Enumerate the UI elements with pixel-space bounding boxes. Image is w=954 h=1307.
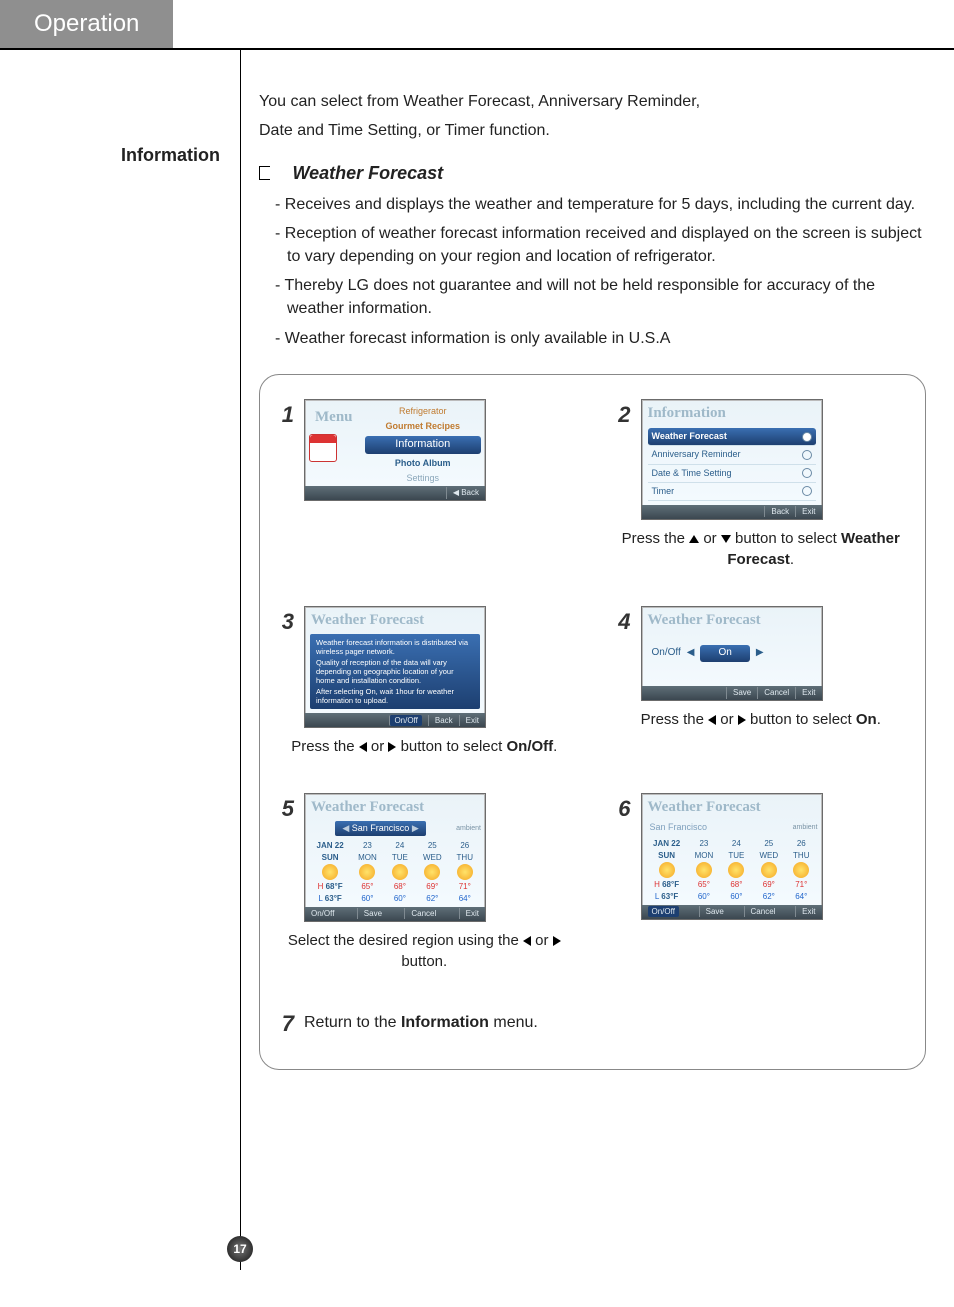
s2-item-2: Anniversary Reminder	[652, 448, 741, 461]
step-4-screen: Weather Forecast On/Off ◀ On ▶ SaveCance…	[641, 606, 823, 701]
step-1-number: 1	[276, 399, 294, 431]
left-column: Information 17	[0, 50, 241, 1270]
radio-on-icon	[802, 432, 812, 442]
calendar-icon	[309, 434, 337, 462]
s1-item-top2: Gourmet Recipes	[365, 419, 482, 434]
section-title: Weather Forecast	[292, 163, 443, 183]
s5-brand: ambient	[456, 824, 485, 834]
bullet-2: - Reception of weather forecast informat…	[259, 222, 926, 268]
bullet-4: - Weather forecast information is only a…	[259, 327, 926, 350]
s2-item-3: Date & Time Setting	[652, 467, 732, 480]
step-3-caption: Press the or button to select On/Off.	[276, 736, 573, 757]
step-3-screen: Weather Forecast Weather forecast inform…	[304, 606, 486, 729]
right-arrow-icon	[553, 936, 561, 946]
s6-brand: ambient	[793, 823, 822, 833]
s2-item-4: Timer	[652, 485, 675, 498]
sun-icon	[424, 864, 440, 880]
sun-icon	[793, 862, 809, 878]
step-2-number: 2	[613, 399, 631, 431]
s6-f-onoff: On/Off	[648, 906, 679, 918]
down-arrow-icon	[721, 535, 731, 543]
s4-footer-exit: Exit	[795, 687, 815, 699]
s3-footer-onoff: On/Off	[389, 715, 421, 727]
s3-footer-back: Back	[428, 715, 453, 727]
page-number-badge: 17	[227, 1236, 253, 1262]
left-arrow-icon	[708, 715, 716, 725]
s1-title: Menu	[309, 404, 359, 429]
s6-city: San Francisco	[642, 819, 793, 836]
intro-line2: Date and Time Setting, or Timer function…	[259, 119, 926, 142]
radio-off-icon	[802, 486, 812, 496]
sun-icon	[728, 862, 744, 878]
s6-f-exit: Exit	[795, 906, 815, 918]
s6-title: Weather Forecast	[648, 797, 761, 819]
step-7-caption: Return to the Information menu.	[304, 1008, 538, 1034]
sun-icon	[761, 862, 777, 878]
s4-title: Weather Forecast	[642, 607, 822, 632]
s1-item-bot2: Settings	[365, 471, 482, 486]
step-2-screen: Information Weather Forecast Anniversary…	[641, 399, 823, 520]
sun-icon	[457, 864, 473, 880]
s2-footer-exit: Exit	[795, 506, 815, 518]
header-tab: Operation	[0, 0, 173, 48]
s5-f-cancel: Cancel	[404, 908, 436, 920]
s4-footer-save: Save	[726, 687, 751, 699]
right-arrow-icon	[738, 715, 746, 725]
s1-item-bot1: Photo Album	[365, 456, 482, 471]
s6-f-save: Save	[699, 906, 724, 918]
step-4-number: 4	[613, 606, 631, 638]
step-7-number: 7	[276, 1008, 294, 1040]
s5-city: ◀ San Francisco ▶	[335, 821, 426, 836]
s3-footer-exit: Exit	[459, 715, 479, 727]
section-bullet-icon	[259, 166, 270, 180]
sun-icon	[392, 864, 408, 880]
s5-title: Weather Forecast	[311, 797, 424, 819]
s1-footer-back: ◀ Back	[446, 487, 479, 499]
up-arrow-icon	[689, 535, 699, 543]
bullet-1: - Receives and displays the weather and …	[259, 193, 926, 216]
left-arrow-icon	[359, 742, 367, 752]
sun-icon	[696, 862, 712, 878]
s2-item-1: Weather Forecast	[652, 430, 727, 443]
sun-icon	[659, 862, 675, 878]
s3-title: Weather Forecast	[305, 607, 485, 632]
step-2-caption: Press the or button to select Weather Fo…	[613, 528, 910, 570]
step-1-screen: Menu Refrigerator Gourmet Recipes Inform…	[304, 399, 486, 501]
bullet-3: - Thereby LG does not guarantee and will…	[259, 274, 926, 320]
s1-item-top1: Refrigerator	[365, 404, 482, 419]
intro-line1: You can select from Weather Forecast, An…	[259, 90, 926, 113]
step-6-screen: Weather Forecast San Franciscoambient JA…	[641, 793, 823, 919]
step-5-number: 5	[276, 793, 294, 825]
step-3-number: 3	[276, 606, 294, 638]
s2-title: Information	[642, 400, 822, 425]
sidebar-title: Information	[121, 145, 220, 166]
s5-f-onoff: On/Off	[311, 908, 334, 920]
s5-f-save: Save	[357, 908, 382, 920]
sun-icon	[322, 864, 338, 880]
s4-value: On	[700, 645, 749, 662]
s5-f-exit: Exit	[459, 908, 479, 920]
steps-panel: 1 Menu Refrigerator Gourmet Recipes	[259, 374, 926, 1071]
step-5-caption: Select the desired region using the or b…	[276, 930, 573, 972]
step-5-screen: Weather Forecast ◀ San Francisco ▶ ambien…	[304, 793, 486, 921]
s4-label: On/Off	[652, 646, 681, 661]
radio-off-icon	[802, 468, 812, 478]
s6-f-cancel: Cancel	[744, 906, 776, 918]
s2-footer-back: Back	[764, 506, 789, 518]
radio-off-icon	[802, 450, 812, 460]
s1-item-selected: Information	[365, 436, 482, 454]
left-arrow-icon	[523, 936, 531, 946]
step-6-number: 6	[613, 793, 631, 825]
s4-footer-cancel: Cancel	[757, 687, 789, 699]
s3-msg: Weather forecast information is distribu…	[310, 634, 480, 709]
step-4-caption: Press the or button to select On.	[613, 709, 910, 730]
content-area: You can select from Weather Forecast, An…	[241, 50, 954, 1270]
sun-icon	[359, 864, 375, 880]
